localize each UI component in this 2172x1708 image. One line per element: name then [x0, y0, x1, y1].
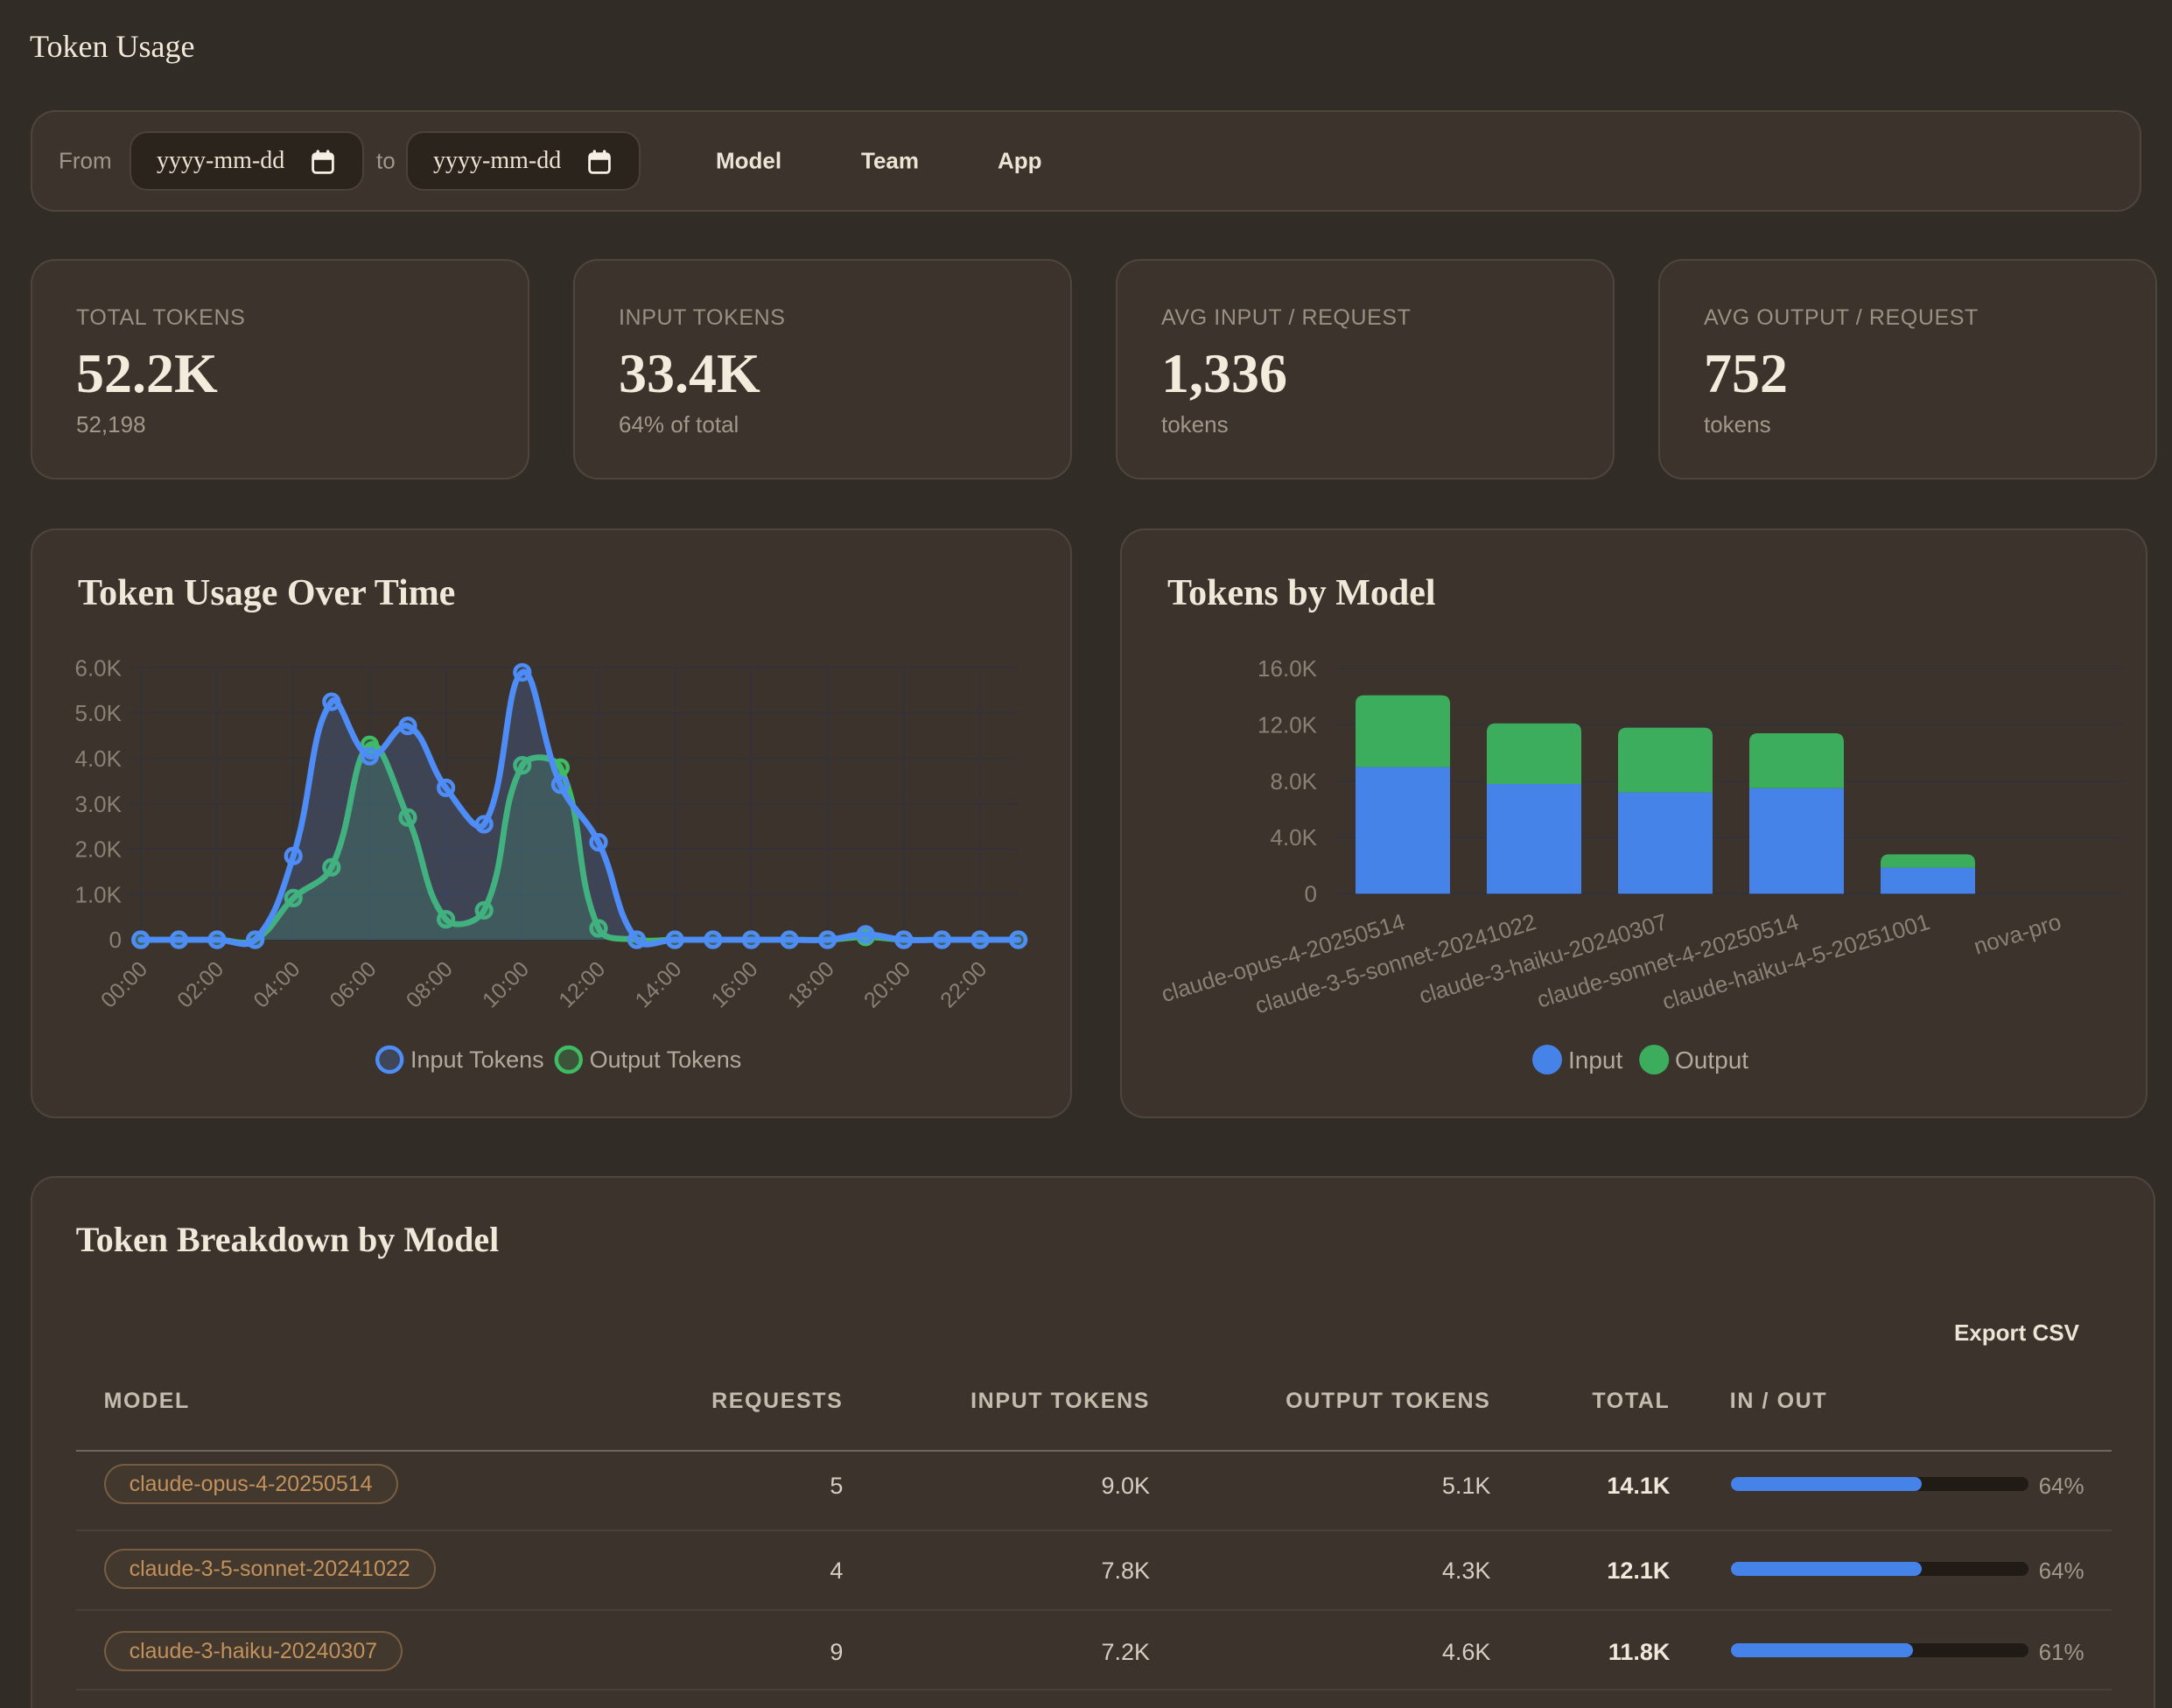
svg-text:Input Tokens: Input Tokens — [410, 1046, 544, 1073]
svg-text:8.0K: 8.0K — [1271, 768, 1318, 794]
svg-text:3.0K: 3.0K — [75, 791, 123, 817]
svg-text:16.0K: 16.0K — [1258, 655, 1318, 682]
svg-text:Input: Input — [1568, 1046, 1622, 1074]
svg-text:04:00: 04:00 — [249, 956, 305, 1012]
svg-text:18:00: 18:00 — [783, 956, 839, 1012]
svg-text:12.0K: 12.0K — [1258, 712, 1318, 738]
svg-text:02:00: 02:00 — [172, 956, 228, 1012]
svg-text:14:00: 14:00 — [630, 956, 686, 1012]
svg-text:0: 0 — [1305, 881, 1317, 907]
svg-text:Output: Output — [1675, 1046, 1748, 1074]
svg-text:6.0K: 6.0K — [75, 654, 123, 681]
svg-text:08:00: 08:00 — [402, 956, 458, 1012]
svg-text:1.0K: 1.0K — [75, 881, 123, 907]
svg-text:20:00: 20:00 — [859, 956, 915, 1012]
svg-text:4.0K: 4.0K — [1271, 824, 1318, 850]
svg-text:16:00: 16:00 — [707, 956, 763, 1012]
svg-text:00:00: 00:00 — [96, 956, 152, 1012]
svg-text:5.0K: 5.0K — [75, 700, 123, 726]
svg-text:10:00: 10:00 — [478, 956, 534, 1012]
svg-text:12:00: 12:00 — [554, 956, 610, 1012]
svg-text:Output Tokens: Output Tokens — [590, 1046, 742, 1073]
svg-text:4.0K: 4.0K — [75, 746, 123, 772]
svg-text:2.0K: 2.0K — [75, 836, 123, 863]
svg-text:0: 0 — [109, 927, 122, 953]
svg-text:nova-pro: nova-pro — [1971, 908, 2064, 960]
svg-text:06:00: 06:00 — [326, 956, 382, 1012]
svg-text:22:00: 22:00 — [935, 956, 991, 1012]
